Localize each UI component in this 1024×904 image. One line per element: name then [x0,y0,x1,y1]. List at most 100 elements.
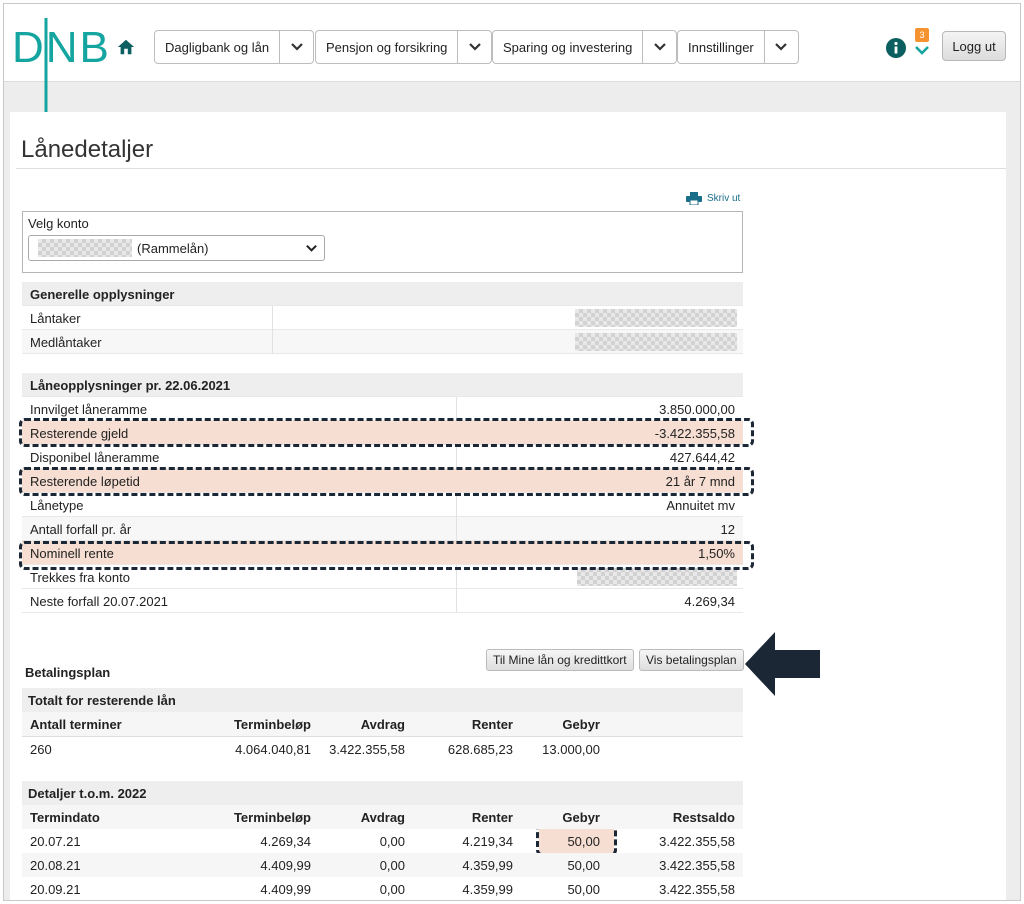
table-row: Medlåntaker [22,330,743,354]
column-header: Restsaldo [672,810,735,825]
row-label: Låntaker [30,311,81,326]
column-header: Terminbeløp [233,810,311,825]
cell: 3.422.355,58 [659,834,735,849]
cell: 4.359,99 [462,882,513,897]
column-header: Gebyr [562,810,600,825]
cell: 4.219,34 [462,834,513,849]
masked-value [575,309,737,327]
table-row-highlighted: Resterende løpetid 21 år 7 mnd [22,469,743,493]
column-header: Antall terminer [30,717,122,732]
loan-info-table: Låneopplysninger pr. 22.06.2021 Innvilge… [22,373,743,613]
column-header: Termindato [30,810,100,825]
table-row: Disponibel låneramme 427.644,42 [22,445,743,469]
info-icon[interactable] [886,38,906,58]
payment-plan-title: Betalingsplan [25,665,111,680]
table-row-highlighted: Resterende gjeld -3.422.355,58 [22,421,743,445]
cell: 0,00 [379,882,405,897]
main-content: Lånedetaljer Skriv ut Velg konto (Rammel… [10,112,1006,900]
browser-frame: DNB Dagligbank og lån Pensjon og forsikr… [3,3,1021,901]
cell: 4.409,99 [260,882,311,897]
section-heading: Totalt for resterende lån [28,693,176,708]
table-row: 260 4.064.040,81 3.422.355,58 628.685,23… [22,736,743,760]
nav-dagligbank-label: Dagligbank og lån [155,31,281,63]
chevron-down-icon [306,244,317,252]
row-value: Annuitet mv [666,498,735,513]
chevron-down-icon[interactable] [765,31,798,63]
general-info-table: Generelle opplysninger Låntaker Medlånta… [22,282,743,354]
table-row: Låntaker [22,306,743,330]
table-row: Innvilget låneramme 3.850.000,00 [22,397,743,421]
row-label: Lånetype [30,498,84,513]
section-heading: Detaljer t.o.m. 2022 [28,786,147,801]
cell: 20.08.21 [30,858,81,873]
account-select[interactable]: (Rammelån) [28,235,325,261]
cell: 20.09.21 [30,882,81,897]
dnb-logo[interactable]: DNB [12,18,108,118]
nav-sparing[interactable]: Sparing og investering [492,30,678,64]
row-label: Disponibel låneramme [30,450,160,465]
nav-pensjon[interactable]: Pensjon og forsikring [315,30,493,64]
page-title: Lånedetaljer [21,136,154,163]
column-headers: Antall terminer Terminbeløp Avdrag Rente… [22,712,743,736]
chevron-down-icon[interactable] [458,31,491,63]
table-row: 20.09.21 4.409,99 0,00 4.359,99 50,00 3.… [22,877,743,900]
column-header: Renter [471,810,513,825]
chevron-down-icon[interactable] [913,44,931,58]
account-select-value: (Rammelån) [137,241,209,256]
home-icon[interactable] [117,38,135,56]
column-header: Gebyr [562,717,600,732]
table-header: Låneopplysninger pr. 22.06.2021 [22,373,743,397]
row-value: 12 [720,522,735,537]
cell: 0,00 [379,858,405,873]
row-label: Antall forfall pr. år [30,522,132,537]
cell: 50,00 [567,882,600,897]
show-payment-plan-button[interactable]: Vis betalingsplan [639,649,744,671]
table-row: Lånetype Annuitet mv [22,493,743,517]
my-loans-button[interactable]: Til Mine lån og kredittkort [486,649,634,671]
logo-text: DNB [12,23,108,72]
logout-button[interactable]: Logg ut [942,31,1006,61]
column-header: Avdrag [360,717,405,732]
row-value: 427.644,42 [669,450,735,465]
arrow-left-icon [745,632,820,696]
column-header: Terminbeløp [233,717,311,732]
payment-details-table: Detaljer t.o.m. 2022 Termindato Terminbe… [22,781,743,900]
cell: 0,00 [379,834,405,849]
nav-innstillinger[interactable]: Innstillinger [677,30,799,64]
cell: 13.000,00 [542,742,600,757]
row-value: 21 år 7 mnd [665,474,735,489]
row-label: Nominell rente [30,546,114,561]
account-select-label: Velg konto [28,216,89,231]
column-header: Renter [471,717,513,732]
row-label: Medlåntaker [30,335,102,350]
table-header: Detaljer t.o.m. 2022 [22,781,743,805]
table-row: 20.07.21 4.269,34 0,00 4.219,34 50,00 3.… [22,829,743,853]
nav-dagligbank[interactable]: Dagligbank og lån [154,30,315,64]
nav-innstillinger-label: Innstillinger [678,31,765,63]
cell: 628.685,23 [447,742,513,757]
section-heading: Låneopplysninger pr. 22.06.2021 [30,378,231,393]
cell: 50,00 [567,834,600,849]
table-row-highlighted: Nominell rente 1,50% [22,541,743,565]
print-label: Skriv ut [707,193,741,204]
table-header: Generelle opplysninger [22,282,743,306]
top-navigation-bar: DNB Dagligbank og lån Pensjon og forsikr… [4,4,1020,118]
masked-value [577,568,737,586]
cell: 3.422.355,58 [329,742,405,757]
cell: 50,00 [567,858,600,873]
chevron-down-icon[interactable] [643,31,676,63]
section-heading: Generelle opplysninger [30,287,175,302]
row-label: Trekkes fra konto [30,570,130,585]
cell: 4.064.040,81 [235,742,311,757]
payment-totals-table: Totalt for resterende lån Antall termine… [22,688,743,760]
notification-badge: 3 [915,28,929,42]
table-row: Antall forfall pr. år 12 [22,517,743,541]
column-headers: Termindato Terminbeløp Avdrag Renter Geb… [22,805,743,829]
table-header: Totalt for resterende lån [22,688,743,712]
cell: 3.422.355,58 [659,858,735,873]
print-link[interactable]: Skriv ut [686,192,740,205]
table-row: Neste forfall 20.07.2021 4.269,34 [22,589,743,613]
cell: 4.269,34 [260,834,311,849]
cell: 260 [30,742,52,757]
chevron-down-icon[interactable] [280,31,313,63]
